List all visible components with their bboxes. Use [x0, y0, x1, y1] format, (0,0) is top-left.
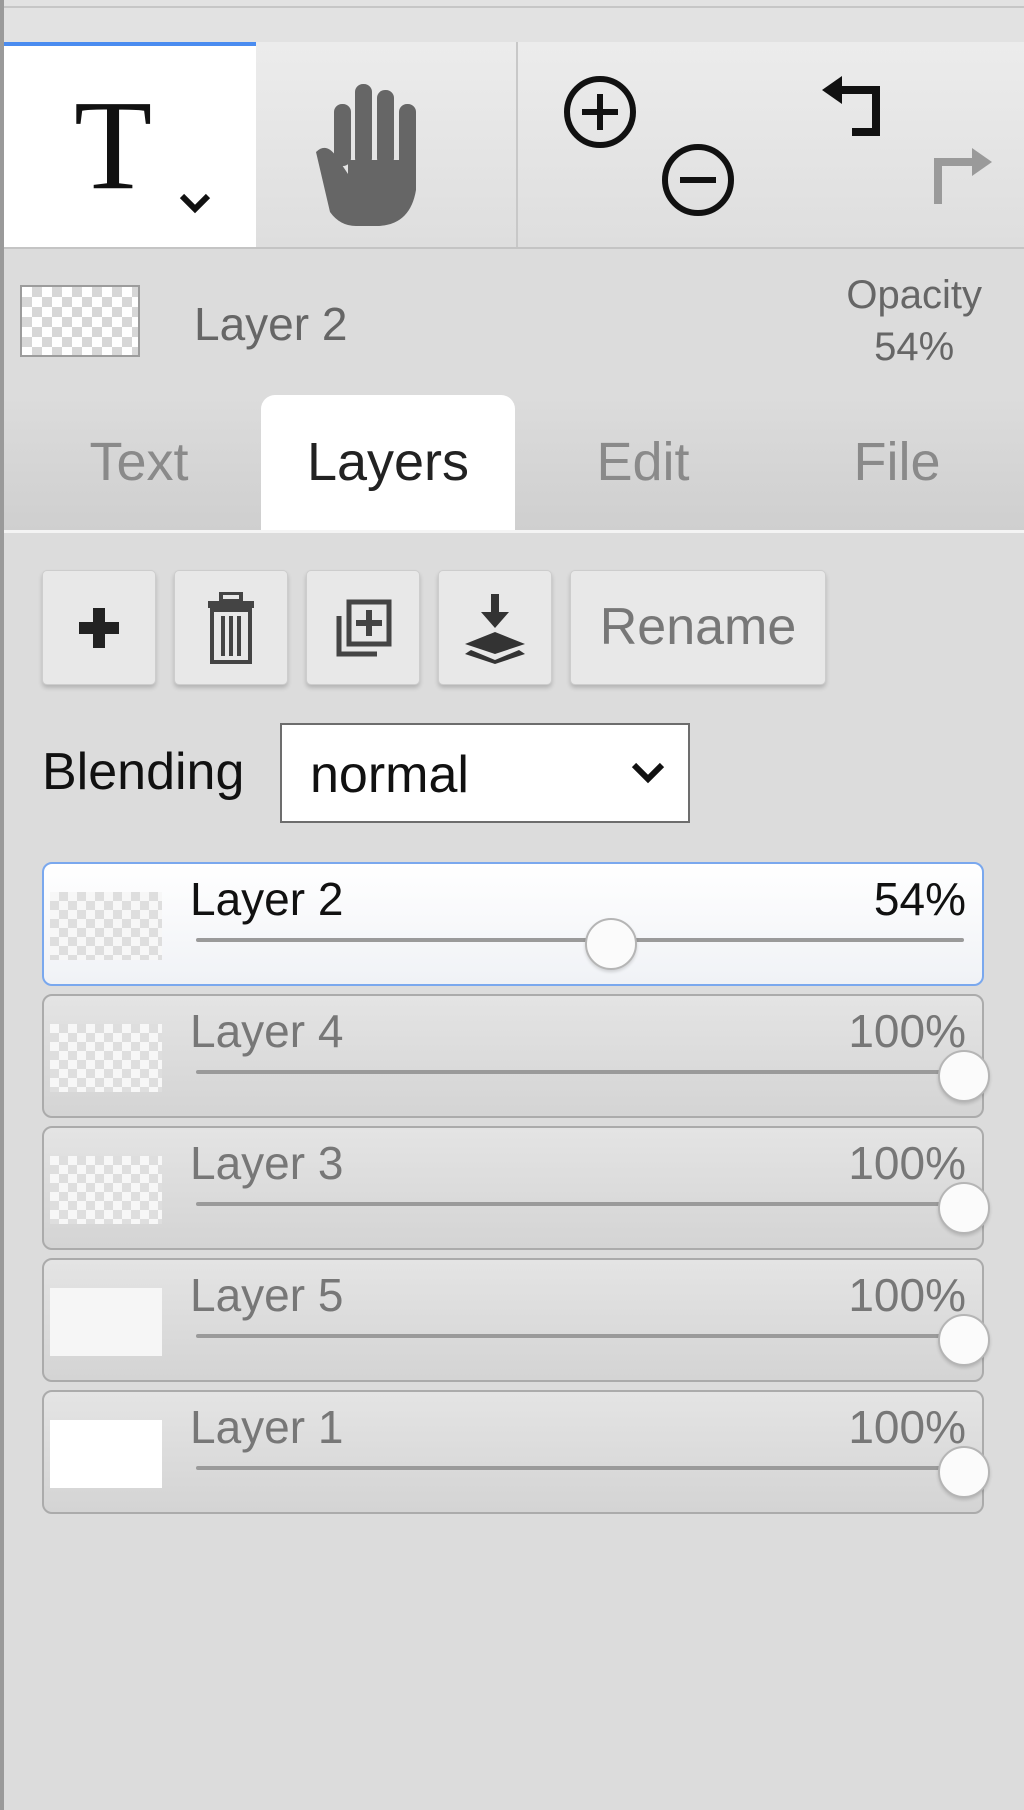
- merge-down-button[interactable]: [438, 570, 552, 685]
- layer-name: Layer 5: [190, 1269, 344, 1321]
- current-layer-info: Layer 2 Opacity 54%: [4, 249, 1024, 369]
- layer-thumbnail: [50, 1156, 162, 1224]
- blending-select[interactable]: normal: [280, 723, 690, 823]
- layer-name: Layer 1: [190, 1401, 344, 1453]
- duplicate-icon: [336, 599, 392, 656]
- layer-thumbnail: [50, 892, 162, 960]
- hand-tool-button[interactable]: [256, 42, 518, 247]
- history-controls: [768, 42, 1024, 247]
- opacity-value: 54%: [874, 325, 955, 369]
- hand-icon: [316, 84, 416, 226]
- layer-name: Layer 4: [190, 1005, 344, 1057]
- zoom-in-icon[interactable]: [560, 72, 640, 152]
- opacity-slider-handle[interactable]: [938, 1182, 990, 1234]
- layer-name: Layer 2: [190, 873, 344, 925]
- trash-icon: [208, 591, 254, 664]
- tab-layers[interactable]: Layers: [261, 395, 515, 530]
- layer-thumbnail: [50, 1024, 162, 1092]
- panel-tabs: Text Layers Edit File: [4, 395, 1024, 533]
- layer-opacity-value: 100%: [848, 1401, 966, 1453]
- zoom-controls: [518, 42, 768, 247]
- opacity-slider-handle[interactable]: [938, 1446, 990, 1498]
- opacity-slider-handle[interactable]: [938, 1314, 990, 1366]
- zoom-out-icon[interactable]: [658, 140, 738, 220]
- layer-row[interactable]: Layer 3 100%: [42, 1126, 990, 1250]
- layer-opacity-value: 100%: [848, 1269, 966, 1321]
- layer-row[interactable]: Layer 5 100%: [42, 1258, 990, 1382]
- current-layer-opacity: Opacity 54%: [846, 269, 982, 373]
- layer-row[interactable]: Layer 1 100%: [42, 1390, 990, 1514]
- layer-opacity-value: 100%: [848, 1005, 966, 1057]
- tab-file[interactable]: File: [770, 395, 1024, 530]
- blending-label: Blending: [42, 743, 245, 801]
- opacity-slider-track[interactable]: [196, 1334, 964, 1338]
- layer-row[interactable]: Layer 2 54%: [42, 862, 984, 986]
- opacity-slider-handle[interactable]: [584, 918, 637, 970]
- svg-text:T: T: [74, 74, 152, 216]
- tool-toolbar: T: [4, 42, 1024, 249]
- blending-value: normal: [310, 746, 469, 804]
- opacity-label: Opacity: [846, 273, 982, 317]
- current-layer-thumbnail: [20, 285, 140, 357]
- layer-name: Layer 3: [190, 1137, 344, 1189]
- opacity-slider-track[interactable]: [196, 938, 964, 942]
- rename-layer-button[interactable]: Rename: [570, 570, 826, 685]
- tab-edit[interactable]: Edit: [516, 395, 770, 530]
- tab-text[interactable]: Text: [12, 395, 266, 530]
- layer-thumbnail: [50, 1288, 162, 1356]
- layer-opacity-value: 100%: [848, 1137, 966, 1189]
- opacity-slider-track[interactable]: [196, 1466, 964, 1470]
- duplicate-layer-button[interactable]: [306, 570, 420, 685]
- opacity-slider-handle[interactable]: [938, 1050, 990, 1102]
- top-strip: [4, 0, 1024, 44]
- add-layer-button[interactable]: [42, 570, 156, 685]
- redo-icon[interactable]: [914, 142, 994, 222]
- delete-layer-button[interactable]: [174, 570, 288, 685]
- chevron-down-icon: [631, 762, 665, 784]
- layer-opacity-value: 54%: [873, 873, 966, 925]
- opacity-slider-track[interactable]: [196, 1070, 964, 1074]
- merge-down-icon: [465, 593, 525, 664]
- text-tool-button[interactable]: T: [4, 42, 256, 247]
- opacity-slider-track[interactable]: [196, 1202, 964, 1206]
- layer-row[interactable]: Layer 4 100%: [42, 994, 990, 1118]
- text-tool-icon: T: [74, 74, 211, 216]
- undo-icon[interactable]: [820, 70, 900, 150]
- current-layer-name: Layer 2: [194, 298, 348, 350]
- plus-icon: [79, 607, 119, 648]
- layer-thumbnail: [50, 1420, 162, 1488]
